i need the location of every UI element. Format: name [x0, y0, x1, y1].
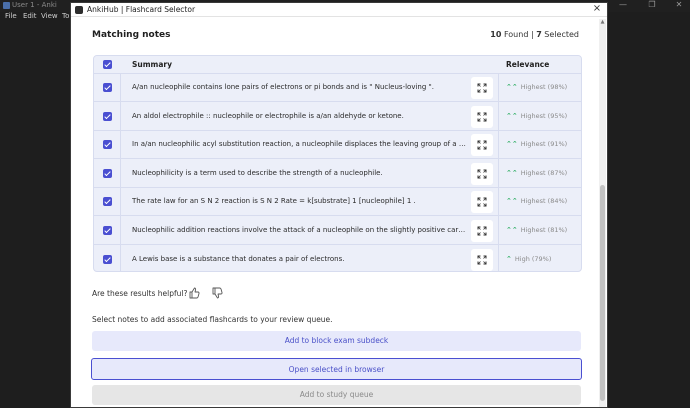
table-row[interactable]: An aldol electrophile :: nucleophile or … — [94, 103, 581, 131]
flashcard-selector-dialog: AnkiHub | Flashcard Selector × ▲ Matchin… — [70, 2, 608, 408]
select-all-checkbox[interactable] — [103, 60, 112, 69]
select-notes-hint: Select notes to add associated flashcard… — [92, 315, 333, 324]
menu-view[interactable]: View — [41, 12, 58, 20]
double-chevron-up-icon: ⌃⌃ — [506, 226, 518, 234]
relevance-badge: ⌃⌃ Highest (95%) — [506, 112, 567, 120]
scrollbar-thumb[interactable] — [600, 185, 605, 401]
table-row[interactable]: In a/an nucleophilic acyl substitution r… — [94, 131, 581, 160]
note-summary: The rate law for an S N 2 reaction is S … — [132, 197, 416, 206]
anki-app-icon — [3, 2, 10, 9]
row-checkbox[interactable] — [103, 140, 112, 150]
expand-note-button[interactable] — [471, 77, 493, 99]
relevance-label: Highest (98%) — [520, 83, 568, 91]
ankihub-logo-icon — [75, 6, 83, 14]
found-count: 10 — [490, 30, 502, 39]
relevance-label: Highest (84%) — [520, 197, 568, 206]
anki-main-title: User 1 - Anki — [12, 1, 57, 9]
relevance-badge: ⌃ High (79%) — [506, 255, 551, 263]
table-row[interactable]: A Lewis base is a substance that donates… — [94, 246, 581, 271]
expand-note-button[interactable] — [471, 162, 493, 185]
dialog-scrollbar[interactable]: ▲ — [599, 19, 606, 407]
expand-note-button[interactable] — [471, 134, 493, 157]
row-checkbox[interactable] — [103, 83, 112, 92]
note-summary: Nucleophilicity is a term used to descri… — [132, 168, 383, 177]
row-checkbox[interactable] — [103, 197, 112, 207]
selected-label: Selected — [541, 30, 579, 39]
relevance-label: Highest (81%) — [520, 226, 568, 234]
dialog-close-icon[interactable]: × — [591, 3, 603, 14]
relevance-badge: ⌃⌃ Highest (87%) — [506, 169, 567, 177]
relevance-label: High (79%) — [514, 254, 552, 263]
relevance-label: Highest (91%) — [520, 140, 568, 149]
note-summary: A/an nucleophile contains lone pairs of … — [132, 83, 434, 91]
relevance-badge: ⌃⌃ Highest (91%) — [506, 140, 567, 148]
table-row[interactable]: Nucleophilic addition reactions involve … — [94, 217, 581, 245]
dialog-title: AnkiHub | Flashcard Selector — [87, 5, 196, 14]
thumbs-up-icon[interactable] — [188, 287, 200, 299]
summary-column-header: Summary — [132, 60, 173, 69]
menu-file[interactable]: File — [5, 12, 17, 20]
matching-notes-heading: Matching notes — [92, 30, 171, 40]
note-summary: In a/an nucleophilic acyl substitution r… — [132, 140, 466, 149]
note-summary: An aldol electrophile :: nucleophile or … — [132, 111, 404, 120]
double-chevron-up-icon: ⌃⌃ — [506, 111, 518, 120]
double-chevron-up-icon: ⌃⌃ — [506, 140, 518, 149]
expand-note-button[interactable] — [471, 105, 493, 128]
table-row[interactable]: The rate law for an S N 2 reaction is S … — [94, 188, 581, 217]
menu-tools[interactable]: To — [62, 12, 69, 20]
relevance-badge: ⌃⌃ Highest (84%) — [506, 197, 567, 205]
relevance-label: Highest (87%) — [520, 168, 568, 177]
chevron-up-icon: ⌃ — [506, 254, 512, 263]
minimize-icon[interactable]: — — [614, 0, 632, 9]
open-in-browser-button[interactable]: Open selected in browser — [91, 358, 582, 380]
add-to-study-queue-button[interactable]: Add to study queue — [92, 385, 581, 405]
row-checkbox[interactable] — [103, 111, 112, 121]
scroll-up-icon[interactable]: ▲ — [600, 19, 605, 25]
dialog-titlebar: AnkiHub | Flashcard Selector × — [71, 3, 607, 17]
row-checkbox[interactable] — [103, 254, 112, 264]
row-checkbox[interactable] — [103, 168, 112, 178]
maximize-icon[interactable]: ❐ — [643, 0, 661, 9]
double-chevron-up-icon: ⌃⌃ — [506, 197, 518, 206]
helpful-question: Are these results helpful? — [92, 289, 188, 298]
relevance-column-header: Relevance — [506, 60, 550, 69]
relevance-badge: ⌃⌃ Highest (98%) — [506, 83, 567, 91]
expand-note-button[interactable] — [471, 248, 493, 271]
found-label: Found | — [501, 30, 537, 39]
expand-note-button[interactable] — [471, 191, 493, 214]
expand-note-button[interactable] — [471, 220, 493, 242]
relevance-label: Highest (95%) — [520, 111, 568, 120]
row-checkbox[interactable] — [103, 226, 112, 235]
menu-edit[interactable]: Edit — [23, 12, 37, 20]
table-header: Summary Relevance — [94, 56, 581, 74]
table-row[interactable]: A/an nucleophile contains lone pairs of … — [94, 74, 581, 102]
note-summary: A Lewis base is a substance that donates… — [132, 254, 345, 263]
relevance-badge: ⌃⌃ Highest (81%) — [506, 226, 567, 234]
thumbs-down-icon[interactable] — [211, 287, 223, 299]
close-main-icon[interactable]: ✕ — [670, 0, 688, 9]
note-summary: Nucleophilic addition reactions involve … — [132, 226, 466, 234]
notes-table: Summary Relevance A/an nucleophile conta… — [93, 55, 582, 272]
double-chevron-up-icon: ⌃⌃ — [506, 83, 518, 91]
found-selected-counter: 10 Found | 7 Selected — [490, 30, 579, 39]
add-to-subdeck-button[interactable]: Add to block exam subdeck — [92, 331, 581, 351]
table-row[interactable]: Nucleophilicity is a term used to descri… — [94, 160, 581, 188]
double-chevron-up-icon: ⌃⌃ — [506, 168, 518, 177]
